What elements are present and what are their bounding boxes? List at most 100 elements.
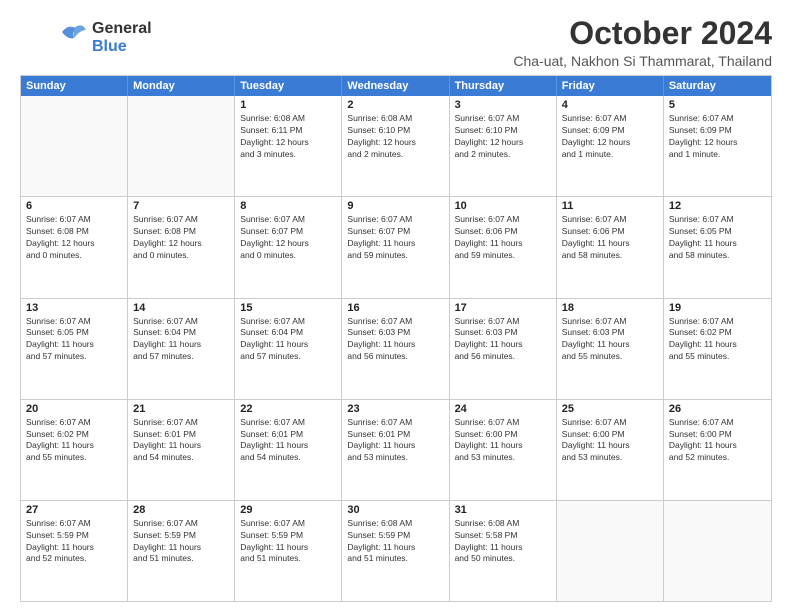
calendar-cell: 20 Sunrise: 6:07 AM Sunset: 6:02 PM Dayli… xyxy=(21,400,128,500)
logo-line2: Blue xyxy=(92,38,152,56)
day-info: Sunrise: 6:07 AM Sunset: 5:59 PM Dayligh… xyxy=(133,518,229,566)
header-cell-saturday: Saturday xyxy=(664,76,771,96)
day-number: 4 xyxy=(562,99,658,111)
calendar-cell: 10 Sunrise: 6:07 AM Sunset: 6:06 PM Dayli… xyxy=(450,197,557,297)
day-info: Sunrise: 6:07 AM Sunset: 6:06 PM Dayligh… xyxy=(562,214,658,262)
day-info: Sunrise: 6:07 AM Sunset: 5:59 PM Dayligh… xyxy=(240,518,336,566)
day-number: 17 xyxy=(455,302,551,314)
calendar-cell: 2 Sunrise: 6:08 AM Sunset: 6:10 PM Daylig… xyxy=(342,96,449,196)
logo-line1: General xyxy=(92,20,152,38)
calendar-cell: 19 Sunrise: 6:07 AM Sunset: 6:02 PM Dayli… xyxy=(664,299,771,399)
calendar-cell: 30Sunrise: 6:08 AM Sunset: 5:59 PM Dayli… xyxy=(342,501,449,601)
day-info: Sunrise: 6:07 AM Sunset: 6:02 PM Dayligh… xyxy=(669,316,766,364)
header-cell-wednesday: Wednesday xyxy=(342,76,449,96)
day-number: 20 xyxy=(26,403,122,415)
calendar-row: 1Sunrise: 6:08 AM Sunset: 6:11 PM Daylig… xyxy=(21,96,771,196)
day-number: 3 xyxy=(455,99,551,111)
day-info: Sunrise: 6:07 AM Sunset: 6:09 PM Dayligh… xyxy=(562,113,658,161)
calendar-cell: 14 Sunrise: 6:07 AM Sunset: 6:04 PM Dayli… xyxy=(128,299,235,399)
calendar-row: 6 Sunrise: 6:07 AM Sunset: 6:08 PM Daylig… xyxy=(21,196,771,297)
calendar-cell: 24 Sunrise: 6:07 AM Sunset: 6:00 PM Dayli… xyxy=(450,400,557,500)
calendar-cell: 8Sunrise: 6:07 AM Sunset: 6:07 PM Daylig… xyxy=(235,197,342,297)
logo-svg xyxy=(56,20,90,54)
day-info: Sunrise: 6:07 AM Sunset: 6:10 PM Dayligh… xyxy=(455,113,551,161)
day-info: Sunrise: 6:07 AM Sunset: 6:00 PM Dayligh… xyxy=(562,417,658,465)
day-info: Sunrise: 6:07 AM Sunset: 6:06 PM Dayligh… xyxy=(455,214,551,262)
day-number: 12 xyxy=(669,200,766,212)
day-info: Sunrise: 6:07 AM Sunset: 6:02 PM Dayligh… xyxy=(26,417,122,465)
day-number: 14 xyxy=(133,302,229,314)
day-number: 8 xyxy=(240,200,336,212)
calendar-header: SundayMondayTuesdayWednesdayThursdayFrid… xyxy=(21,76,771,96)
day-number: 21 xyxy=(133,403,229,415)
day-info: Sunrise: 6:07 AM Sunset: 6:04 PM Dayligh… xyxy=(133,316,229,364)
calendar-cell xyxy=(664,501,771,601)
calendar-cell: 15Sunrise: 6:07 AM Sunset: 6:04 PM Dayli… xyxy=(235,299,342,399)
month-title: October 2024 xyxy=(513,16,772,51)
day-info: Sunrise: 6:07 AM Sunset: 6:07 PM Dayligh… xyxy=(347,214,443,262)
day-info: Sunrise: 6:07 AM Sunset: 6:00 PM Dayligh… xyxy=(455,417,551,465)
header-cell-tuesday: Tuesday xyxy=(235,76,342,96)
day-info: Sunrise: 6:07 AM Sunset: 6:03 PM Dayligh… xyxy=(455,316,551,364)
day-number: 5 xyxy=(669,99,766,111)
calendar-cell xyxy=(21,96,128,196)
day-info: Sunrise: 6:07 AM Sunset: 5:59 PM Dayligh… xyxy=(26,518,122,566)
day-info: Sunrise: 6:07 AM Sunset: 6:05 PM Dayligh… xyxy=(26,316,122,364)
day-number: 13 xyxy=(26,302,122,314)
day-info: Sunrise: 6:08 AM Sunset: 6:10 PM Dayligh… xyxy=(347,113,443,161)
day-number: 16 xyxy=(347,302,443,314)
logo: General Blue xyxy=(20,20,152,57)
day-number: 15 xyxy=(240,302,336,314)
subtitle: Cha-uat, Nakhon Si Thammarat, Thailand xyxy=(513,53,772,69)
day-number: 26 xyxy=(669,403,766,415)
day-number: 24 xyxy=(455,403,551,415)
title-block: October 2024 Cha-uat, Nakhon Si Thammara… xyxy=(513,16,772,69)
day-info: Sunrise: 6:07 AM Sunset: 6:03 PM Dayligh… xyxy=(347,316,443,364)
calendar-cell: 9 Sunrise: 6:07 AM Sunset: 6:07 PM Daylig… xyxy=(342,197,449,297)
calendar-cell: 28 Sunrise: 6:07 AM Sunset: 5:59 PM Dayli… xyxy=(128,501,235,601)
day-number: 7 xyxy=(133,200,229,212)
calendar-cell: 23Sunrise: 6:07 AM Sunset: 6:01 PM Dayli… xyxy=(342,400,449,500)
day-info: Sunrise: 6:07 AM Sunset: 6:01 PM Dayligh… xyxy=(347,417,443,465)
page: General Blue October 2024 Cha-uat, Nakho… xyxy=(0,0,792,612)
day-number: 9 xyxy=(347,200,443,212)
header-cell-friday: Friday xyxy=(557,76,664,96)
day-info: Sunrise: 6:07 AM Sunset: 6:08 PM Dayligh… xyxy=(26,214,122,262)
day-number: 11 xyxy=(562,200,658,212)
calendar-cell: 6 Sunrise: 6:07 AM Sunset: 6:08 PM Daylig… xyxy=(21,197,128,297)
calendar-row: 13 Sunrise: 6:07 AM Sunset: 6:05 PM Dayli… xyxy=(21,298,771,399)
calendar-cell: 3 Sunrise: 6:07 AM Sunset: 6:10 PM Daylig… xyxy=(450,96,557,196)
day-number: 2 xyxy=(347,99,443,111)
logo-text: General Blue xyxy=(92,20,152,57)
calendar: SundayMondayTuesdayWednesdayThursdayFrid… xyxy=(20,75,772,602)
day-number: 18 xyxy=(562,302,658,314)
calendar-cell: 12Sunrise: 6:07 AM Sunset: 6:05 PM Dayli… xyxy=(664,197,771,297)
day-number: 27 xyxy=(26,504,122,516)
day-number: 10 xyxy=(455,200,551,212)
calendar-cell: 17 Sunrise: 6:07 AM Sunset: 6:03 PM Dayli… xyxy=(450,299,557,399)
header-cell-monday: Monday xyxy=(128,76,235,96)
calendar-row: 20 Sunrise: 6:07 AM Sunset: 6:02 PM Dayli… xyxy=(21,399,771,500)
day-number: 31 xyxy=(455,504,551,516)
day-number: 22 xyxy=(240,403,336,415)
day-number: 1 xyxy=(240,99,336,111)
day-number: 19 xyxy=(669,302,766,314)
calendar-cell: 25 Sunrise: 6:07 AM Sunset: 6:00 PM Dayli… xyxy=(557,400,664,500)
day-number: 28 xyxy=(133,504,229,516)
day-number: 29 xyxy=(240,504,336,516)
calendar-body: 1Sunrise: 6:08 AM Sunset: 6:11 PM Daylig… xyxy=(21,96,771,601)
day-number: 30 xyxy=(347,504,443,516)
day-info: Sunrise: 6:07 AM Sunset: 6:09 PM Dayligh… xyxy=(669,113,766,161)
day-number: 25 xyxy=(562,403,658,415)
calendar-cell: 29 Sunrise: 6:07 AM Sunset: 5:59 PM Dayli… xyxy=(235,501,342,601)
calendar-cell: 5 Sunrise: 6:07 AM Sunset: 6:09 PM Daylig… xyxy=(664,96,771,196)
day-info: Sunrise: 6:07 AM Sunset: 6:00 PM Dayligh… xyxy=(669,417,766,465)
calendar-cell: 7Sunrise: 6:07 AM Sunset: 6:08 PM Daylig… xyxy=(128,197,235,297)
calendar-cell: 16 Sunrise: 6:07 AM Sunset: 6:03 PM Dayli… xyxy=(342,299,449,399)
day-info: Sunrise: 6:07 AM Sunset: 6:01 PM Dayligh… xyxy=(133,417,229,465)
calendar-cell xyxy=(557,501,664,601)
day-info: Sunrise: 6:08 AM Sunset: 5:58 PM Dayligh… xyxy=(455,518,551,566)
calendar-cell: 31 Sunrise: 6:08 AM Sunset: 5:58 PM Dayli… xyxy=(450,501,557,601)
day-number: 6 xyxy=(26,200,122,212)
calendar-cell: 22Sunrise: 6:07 AM Sunset: 6:01 PM Dayli… xyxy=(235,400,342,500)
